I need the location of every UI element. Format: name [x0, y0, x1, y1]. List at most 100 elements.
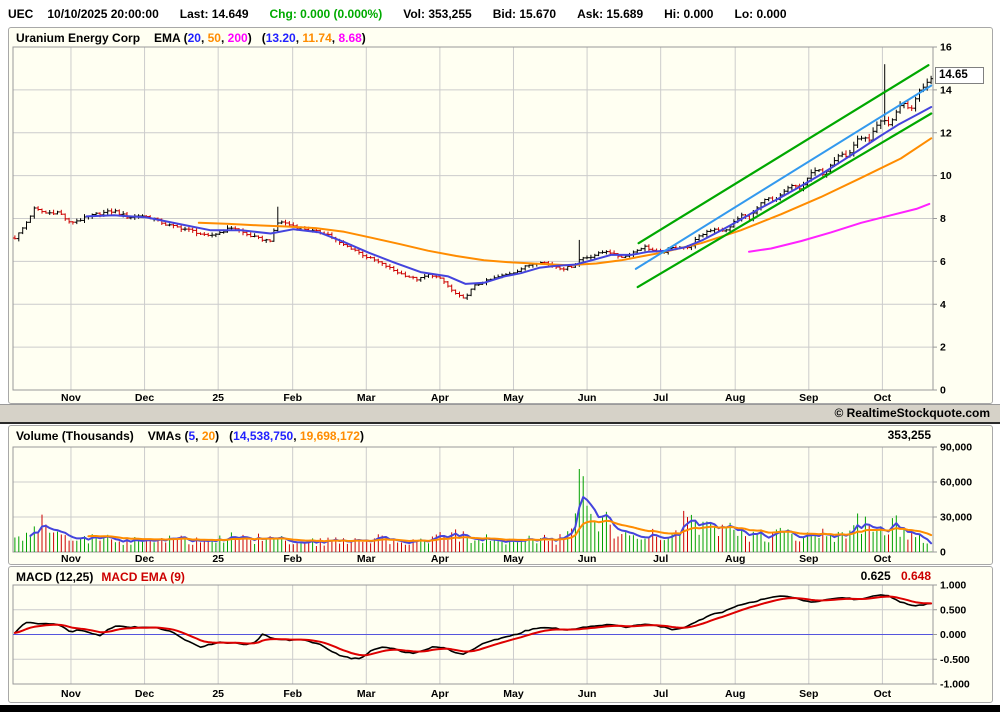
svg-text:May: May: [503, 553, 524, 565]
macd-signal-value: 0.648: [900, 569, 931, 583]
svg-text:Jun: Jun: [578, 553, 597, 565]
bottom-border-bar: [0, 705, 1000, 712]
svg-text:Nov: Nov: [61, 553, 81, 565]
svg-text:Oct: Oct: [874, 688, 892, 700]
ticker-symbol: UEC: [8, 6, 34, 21]
svg-text:14: 14: [940, 84, 952, 96]
svg-text:Feb: Feb: [283, 553, 302, 565]
title-segment: ): [361, 31, 366, 45]
svg-text:Apr: Apr: [431, 553, 449, 565]
title-segment: ): [359, 429, 364, 443]
svg-text:Oct: Oct: [874, 553, 892, 565]
title-segment: ,: [195, 429, 202, 443]
svg-text:Nov: Nov: [61, 392, 81, 404]
title-segment: ,: [293, 429, 300, 443]
title-segment: ): [247, 31, 252, 45]
volume-chart: 0 30,000 60,000 90,000 Nov Dec 25 Feb Mar Apr May J…: [12, 442, 972, 565]
svg-text:0: 0: [940, 385, 946, 397]
svg-text:Sep: Sep: [799, 553, 818, 565]
svg-text:Jun: Jun: [578, 392, 597, 404]
svg-text:6: 6: [940, 256, 946, 268]
title-segment: 20: [201, 429, 216, 443]
svg-text:Jun: Jun: [578, 688, 597, 700]
svg-text:8: 8: [940, 213, 946, 225]
svg-text:4: 4: [940, 299, 946, 311]
svg-text:0: 0: [940, 547, 946, 559]
volume-chart-title: Volume (Thousands) VMAs (5, 20) (14,538,75…: [16, 429, 364, 443]
price-chart-title: Uranium Energy Corp EMA (20, 50, 200) (13.…: [16, 31, 366, 45]
svg-text:25: 25: [212, 688, 224, 700]
quote-header: UEC 10/10/2025 20:00:00 Last: 14.649 Chg…: [0, 0, 1000, 27]
current-volume-label: 353,255: [887, 428, 931, 442]
svg-text:Mar: Mar: [357, 553, 376, 565]
macd-value-labels: 0.625 0.648: [861, 569, 931, 583]
svg-text:-0.500: -0.500: [940, 654, 970, 666]
title-segment: 20: [187, 31, 201, 45]
svg-text:30,000: 30,000: [940, 512, 972, 524]
title-segment: ,: [220, 31, 228, 45]
svg-text:16: 16: [940, 42, 952, 54]
price-chart: 0 2 4 6 8 10 12 14 16 Nov Dec 25 Feb Mar Apr May Jun Jul A…: [12, 42, 952, 404]
svg-text:Aug: Aug: [725, 553, 745, 565]
macd-value: 0.625: [860, 569, 891, 583]
volume-chart-panel: Volume (Thousands) VMAs (5, 20) (14,538,75…: [8, 425, 993, 565]
last-price-label: 14.65: [935, 67, 984, 84]
quote-low: Lo: 0.000: [734, 6, 787, 21]
svg-text:2: 2: [940, 342, 946, 354]
title-segment: ): [215, 429, 220, 443]
svg-text:Sep: Sep: [799, 392, 818, 404]
svg-text:90,000: 90,000: [940, 442, 972, 454]
svg-text:12: 12: [940, 127, 952, 139]
title-segment: 19,698,172: [299, 429, 360, 443]
svg-text:Aug: Aug: [725, 688, 745, 700]
svg-text:1.000: 1.000: [940, 580, 966, 592]
svg-text:Apr: Apr: [431, 392, 449, 404]
svg-text:0.000: 0.000: [940, 629, 966, 641]
title-segment: 14,538,750: [233, 429, 294, 443]
svg-text:Feb: Feb: [283, 392, 302, 404]
svg-text:25: 25: [212, 392, 224, 404]
title-segment: Volume (Thousands): [16, 429, 134, 443]
svg-text:Mar: Mar: [357, 688, 376, 700]
quote-high: Hi: 0.000: [664, 6, 714, 21]
copyright-band: © RealtimeStockquote.com: [0, 404, 1000, 424]
quote-ask: Ask: 15.689: [577, 6, 644, 21]
svg-text:Jul: Jul: [653, 553, 668, 565]
svg-text:Oct: Oct: [874, 392, 892, 404]
svg-text:0.500: 0.500: [940, 604, 966, 616]
macd-chart: 1.000 0.500 0.000 -0.500 -1.000 Nov Dec 25 Feb Ma…: [12, 580, 970, 700]
title-segment: VMAs (: [147, 429, 189, 443]
svg-text:Dec: Dec: [135, 392, 154, 404]
svg-text:Mar: Mar: [357, 392, 376, 404]
quote-last: Last: 14.649: [179, 6, 249, 21]
title-segment: MACD EMA (9): [101, 570, 185, 584]
title-segment: MACD (12,25): [16, 570, 94, 584]
svg-text:Dec: Dec: [135, 688, 154, 700]
svg-text:Jul: Jul: [653, 688, 668, 700]
title-segment: Uranium Energy Corp: [16, 31, 141, 45]
svg-text:Apr: Apr: [431, 688, 449, 700]
svg-text:May: May: [503, 392, 524, 404]
macd-chart-panel: MACD (12,25) MACD EMA (9) 0.625 0.648 1.0…: [8, 566, 993, 703]
svg-text:10: 10: [940, 170, 952, 182]
quote-datetime: 10/10/2025 20:00:00: [47, 6, 159, 21]
title-segment: 50: [207, 31, 221, 45]
svg-text:Sep: Sep: [799, 688, 818, 700]
macd-chart-title: MACD (12,25) MACD EMA (9): [16, 570, 185, 584]
title-segment: EMA (: [154, 31, 188, 45]
title-segment: 13.20: [265, 31, 296, 45]
quote-change: Chg: 0.000 (0.000%): [269, 6, 383, 21]
svg-text:Dec: Dec: [135, 553, 154, 565]
title-segment: ,: [200, 31, 208, 45]
svg-text:Aug: Aug: [725, 392, 745, 404]
price-chart-panel: Uranium Energy Corp EMA (20, 50, 200) (13.…: [8, 27, 993, 404]
svg-text:25: 25: [212, 553, 224, 565]
title-segment: 200: [227, 31, 248, 45]
svg-text:Jul: Jul: [653, 392, 668, 404]
svg-text:Feb: Feb: [283, 688, 302, 700]
svg-text:-1.000: -1.000: [940, 679, 970, 691]
svg-text:May: May: [503, 688, 524, 700]
svg-text:Nov: Nov: [61, 688, 81, 700]
title-segment: 11.74: [302, 31, 332, 45]
copyright-text: © RealtimeStockquote.com: [834, 406, 990, 420]
